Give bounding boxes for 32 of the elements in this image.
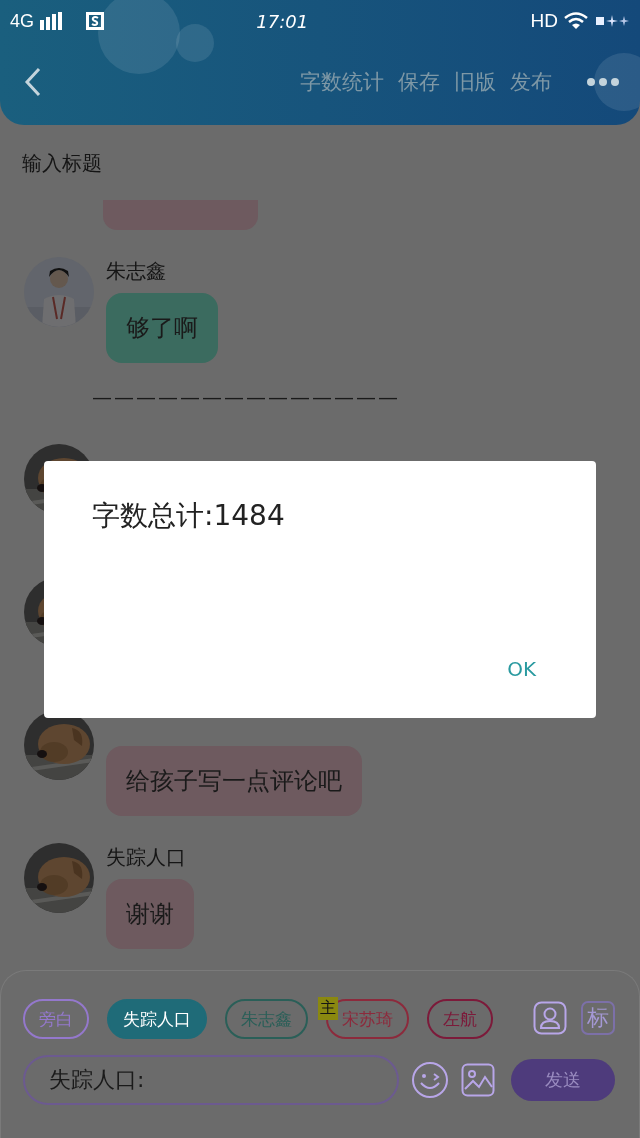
divider-text: —————————————— — [92, 385, 401, 409]
message-bubble: 谢谢 — [106, 879, 194, 949]
header-action[interactable]: 发布 — [510, 68, 552, 96]
network-label: 4G — [10, 10, 34, 32]
header-action[interactable]: 字数统计 — [300, 68, 384, 96]
wifi-icon — [564, 12, 588, 30]
dialog-message: 字数总计:1484 — [92, 498, 285, 534]
image-icon[interactable] — [461, 1063, 495, 1097]
app-icon — [86, 12, 104, 30]
person-icon[interactable] — [533, 1001, 567, 1035]
role-chip[interactable]: 左航 — [427, 999, 493, 1039]
signal-icon — [40, 12, 62, 30]
title-field[interactable]: 输入标题 — [20, 149, 324, 176]
hd-label: HD — [530, 10, 558, 32]
role-badge: 主 — [318, 997, 338, 1020]
sender-name: 失踪人口 — [106, 845, 186, 869]
tag-button[interactable]: 标 — [581, 1001, 615, 1035]
header-action[interactable]: 保存 — [398, 68, 440, 96]
send-button[interactable]: 发送 — [511, 1059, 615, 1101]
bubble-decoration — [594, 53, 640, 111]
emoji-icon[interactable] — [411, 1061, 449, 1099]
clock-time: 17:01 — [255, 10, 310, 32]
header-action[interactable]: 旧版 — [454, 68, 496, 96]
more-icon[interactable] — [586, 77, 620, 87]
sender-name: 朱志鑫 — [106, 259, 166, 283]
ok-button[interactable]: OK — [501, 653, 542, 685]
message-bubble: 够了啊 — [106, 293, 218, 363]
role-chip[interactable]: 旁白 — [23, 999, 89, 1039]
role-chip[interactable]: 失踪人口 — [107, 999, 207, 1039]
message-input[interactable]: 失踪人口: — [23, 1055, 399, 1105]
back-button[interactable] — [24, 67, 42, 97]
message-bubble: 给孩子写一点评论吧 — [106, 746, 362, 816]
